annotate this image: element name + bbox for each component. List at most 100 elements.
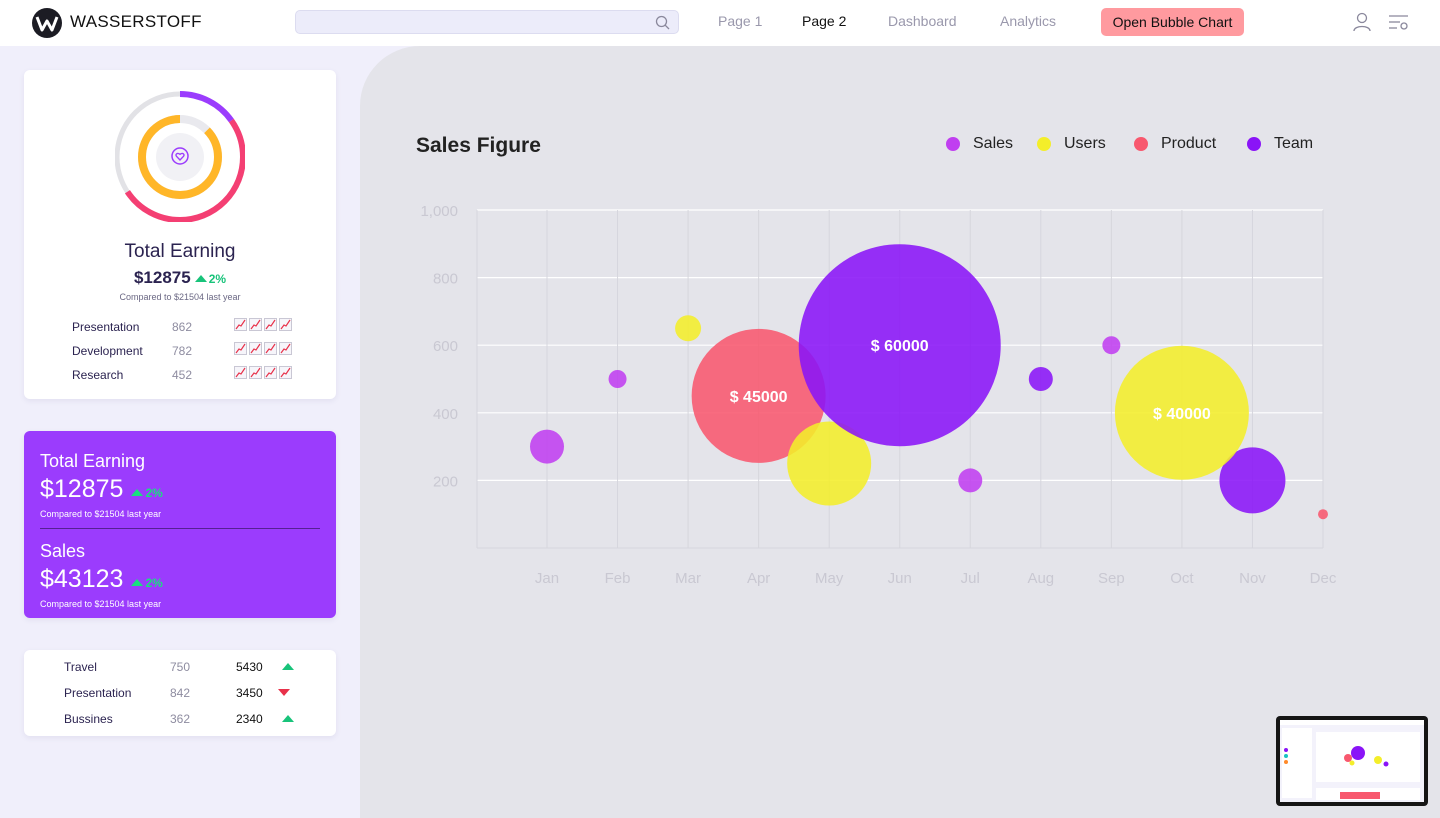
sparkline-icon [234, 342, 247, 355]
stat-value: 862 [172, 320, 193, 334]
stat-label: Presentation [72, 320, 140, 334]
trend-up-icon [194, 275, 207, 282]
sparkline-icon [279, 318, 292, 331]
row-value: 5430 [236, 660, 263, 674]
heart-badge-icon [171, 147, 189, 170]
total-earning-change: 2% [208, 272, 227, 286]
sparkline-icon [279, 366, 292, 379]
x-tick-label: Jun [888, 570, 912, 587]
table-row[interactable]: Bussines 362 2340 [64, 709, 324, 727]
total-earning-amount-row: $12875 2% [24, 268, 336, 288]
row-count: 842 [170, 686, 191, 700]
row-label: Travel [64, 660, 97, 674]
category-table-card: Travel 750 5430 Presentation 842 3450 Bu… [24, 650, 336, 736]
search-bar[interactable] [295, 10, 679, 34]
x-tick-label: Sep [1098, 570, 1125, 587]
x-tick-label: Aug [1027, 570, 1054, 587]
y-tick-label: 800 [433, 271, 458, 288]
brand-name: WASSERSTOFF [70, 12, 202, 31]
preview-thumbnail[interactable] [1276, 716, 1428, 806]
trend-up-icon [131, 579, 144, 586]
row-count: 362 [170, 712, 191, 726]
sparkline-icon [264, 318, 277, 331]
sparkline-icon [264, 342, 277, 355]
preview-screen [1280, 720, 1424, 802]
summary-earning-title: Total Earning [40, 451, 146, 471]
nav-analytics[interactable]: Analytics [1000, 13, 1056, 29]
table-row[interactable]: Travel 750 5430 [64, 657, 324, 675]
trend-up-icon [282, 715, 294, 722]
x-tick-label: Jul [961, 570, 980, 587]
x-tick-label: May [815, 570, 844, 587]
bubble-team [1028, 367, 1053, 391]
bubble-sales [1102, 336, 1121, 355]
top-navigation-bar: WASSERSTOFF Page 1 Page 2 Dashboard Anal… [0, 0, 1440, 46]
row-label: Presentation [64, 686, 132, 700]
settings-filter-icon[interactable] [1388, 11, 1410, 38]
nav-page-2[interactable]: Page 2 [802, 13, 846, 29]
bubble-value-label: $ 45000 [730, 389, 788, 406]
stat-value: 782 [172, 344, 193, 358]
user-icon[interactable] [1352, 11, 1372, 38]
summary-earning-change: 2% [145, 486, 163, 500]
summary-earning-amount-row: $12875 2% [40, 475, 163, 504]
sparkline-icon [249, 342, 262, 355]
trend-up-icon [282, 663, 294, 670]
y-tick-label: 1,000 [420, 203, 458, 220]
x-tick-label: Apr [747, 570, 770, 587]
summary-earning-compare: Compared to $21504 last year [40, 509, 162, 519]
brand-logo[interactable] [32, 8, 62, 38]
sparkline-icons [234, 342, 294, 357]
row-value: 2340 [236, 712, 263, 726]
total-earning-compare: Compared to $21504 last year [119, 292, 241, 302]
y-tick-label: 600 [433, 338, 458, 355]
nav-page-1[interactable]: Page 1 [718, 13, 762, 29]
bubble-users [675, 315, 702, 342]
stat-value: 452 [172, 368, 193, 382]
stat-row: Development 782 [72, 342, 312, 360]
open-bubble-chart-button[interactable]: Open Bubble Chart [1101, 8, 1244, 36]
sparkline-icon [234, 366, 247, 379]
trend-up-icon [131, 489, 144, 496]
bubble-sales [608, 370, 627, 388]
y-tick-label: 200 [433, 473, 458, 490]
summary-earning-amount: $12875 [40, 475, 124, 503]
x-tick-label: Feb [605, 570, 631, 587]
row-value: 3450 [236, 686, 263, 700]
row-label: Bussines [64, 712, 113, 726]
sparkline-icons [234, 318, 294, 333]
search-input[interactable] [304, 14, 644, 30]
sparkline-icon [249, 318, 262, 331]
search-icon[interactable] [655, 15, 670, 35]
bubble-value-label: $ 40000 [1153, 406, 1211, 423]
x-tick-label: Mar [675, 570, 701, 587]
sparkline-icon [264, 366, 277, 379]
bubble-chart: 1,000 800 600 400 200 Jan Feb Mar Apr May Jun Jul Au… [420, 203, 1337, 587]
sparkline-icon [234, 318, 247, 331]
sparkline-icons [234, 366, 294, 381]
table-row[interactable]: Presentation 842 3450 [64, 683, 324, 701]
stat-row: Research 452 [72, 366, 312, 384]
nav-dashboard[interactable]: Dashboard [888, 13, 957, 29]
bubble-value-label: $ 60000 [871, 338, 929, 355]
total-earning-card: Total Earning $12875 2% Compared to $2150… [24, 70, 336, 399]
x-tick-label: Jan [535, 570, 559, 587]
bubble-product [1318, 509, 1328, 520]
chart-panel: Sales Figure Sales Users Product Team 1,… [360, 46, 1440, 818]
x-tick-label: Nov [1239, 570, 1266, 587]
summary-card: Total Earning $12875 2% Compared to $2150… [24, 431, 336, 618]
sparkline-icon [249, 366, 262, 379]
bubble-sales [958, 468, 983, 493]
total-earning-amount: $12875 [133, 268, 191, 287]
stat-label: Research [72, 368, 124, 382]
y-tick-label: 400 [433, 406, 458, 423]
x-tick-label: Dec [1310, 570, 1337, 587]
row-count: 750 [170, 660, 191, 674]
summary-sales-amount: $43123 [40, 565, 124, 593]
stat-row: Presentation 862 [72, 318, 312, 336]
total-earning-title: Total Earning [124, 241, 236, 262]
trend-down-icon [278, 689, 290, 696]
summary-sales-change: 2% [145, 576, 163, 590]
summary-sales-title: Sales [40, 541, 86, 561]
summary-sales-compare: Compared to $21504 last year [40, 599, 162, 609]
